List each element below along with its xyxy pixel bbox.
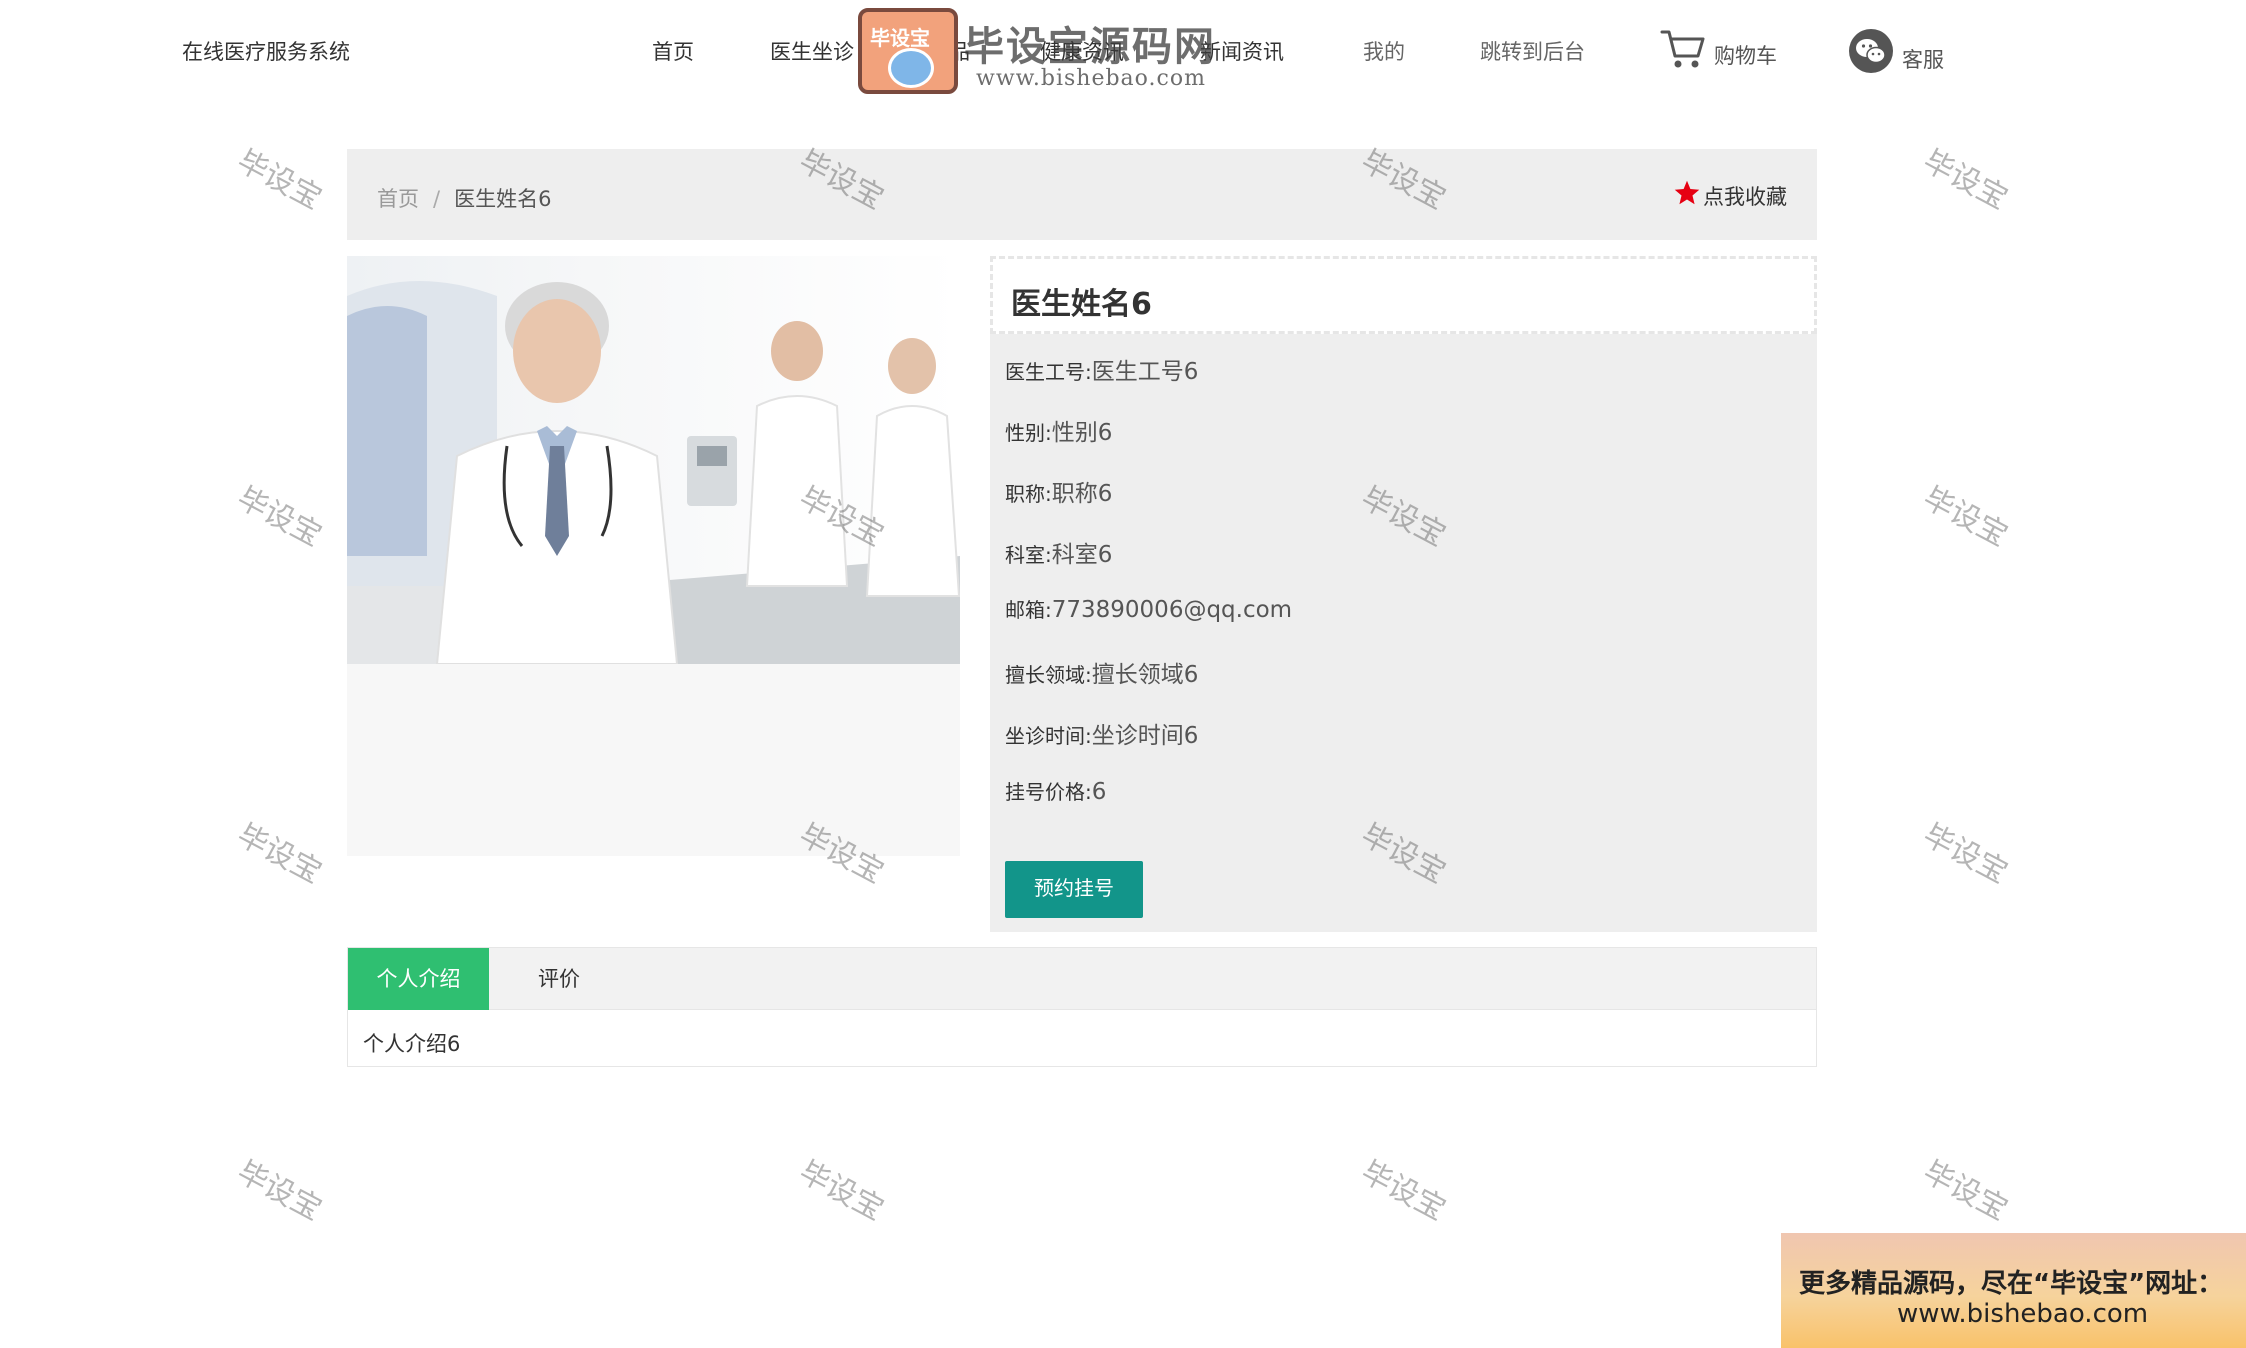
brand-name: 毕设宝源码网 [964,24,1216,70]
tab-panel: 个人介绍 评价 个人介绍6 [347,947,1817,1067]
field-value: 职称6 [1051,481,1113,507]
doctor-name-box: 医生姓名6 [990,256,1817,334]
watermark-text: 毕设宝 [231,143,328,217]
watermark-text: 毕设宝 [1917,817,2014,891]
nav-doctors[interactable]: 医生坐诊 [770,36,854,66]
watermark-text: 毕设宝 [1917,1154,2014,1228]
brand-badge-text: 毕设宝 [870,26,930,50]
field-label: 邮箱: [1005,598,1052,622]
watermark-text: 毕设宝 [1917,143,2014,217]
top-navbar: 在线医疗服务系统 首页 医生坐诊 药品 健康资讯 新闻资讯 我的 跳转到后台 购… [0,0,2246,100]
doctor-name: 医生姓名6 [1011,287,1152,322]
wechat-icon [1848,28,1894,74]
field-label: 职称: [1005,482,1052,506]
field-value: 773890006@qq.com [1051,597,1293,623]
customer-service-link[interactable]: 客服 [1848,28,1944,74]
field-value: 医生工号6 [1091,359,1199,385]
field-value: 坐诊时间6 [1091,723,1199,749]
promo-banner[interactable]: 更多精品源码，尽在“毕设宝”网址： www.bishebao.com [1781,1233,2246,1348]
promo-text: 更多精品源码，尽在“毕设宝”网址： [1799,1269,2224,1299]
field-gender: 性别:性别6 [1005,413,1112,447]
field-label: 性别: [1005,421,1052,445]
doctor-photo [347,256,960,664]
field-label: 擅长领域: [1005,663,1092,687]
field-value: 6 [1091,779,1107,805]
favorite-label: 点我收藏 [1703,184,1787,209]
field-value: 擅长领域6 [1091,662,1199,688]
tab-reviews[interactable]: 评价 [489,948,629,1010]
field-specialty: 擅长领域:擅长领域6 [1005,655,1198,689]
watermark-text: 毕设宝 [231,1154,328,1228]
field-email: 邮箱:773890006@qq.com [1005,594,1292,623]
tab-content: 个人介绍6 [363,1032,461,1056]
site-title[interactable]: 在线医疗服务系统 [182,36,350,66]
star-icon [1673,179,1701,212]
cart-icon [1660,28,1706,70]
field-price: 挂号价格:6 [1005,776,1106,805]
field-label: 坐诊时间: [1005,724,1092,748]
field-label: 挂号价格: [1005,780,1092,804]
service-label: 客服 [1902,48,1944,72]
field-doctor-id: 医生工号:医生工号6 [1005,352,1198,386]
cart-label: 购物车 [1714,44,1777,68]
brand-logo-icon: 毕设宝 [858,8,958,94]
breadcrumb-separator: / [433,187,441,211]
tab-introduction[interactable]: 个人介绍 [348,948,489,1010]
brand-url: www.bishebao.com [976,66,1206,91]
watermark-text: 毕设宝 [231,817,328,891]
promo-url: www.bishebao.com [1897,1299,2149,1329]
book-appointment-button[interactable]: 预约挂号 [1005,861,1143,918]
breadcrumb-home[interactable]: 首页 [377,187,419,211]
nav-mine[interactable]: 我的 [1363,36,1405,66]
breadcrumb-current: 医生姓名6 [454,187,552,211]
breadcrumb: 首页 / 医生姓名6 [377,183,551,213]
field-value: 性别6 [1051,420,1113,446]
field-label: 医生工号: [1005,360,1092,384]
favorite-button[interactable]: 点我收藏 [1673,179,1787,212]
doctor-info-panel: 医生姓名6 医生工号:医生工号6 性别:性别6 职称:职称6 科室:科室6 邮箱… [990,256,1817,932]
page: 在线医疗服务系统 首页 医生坐诊 药品 健康资讯 新闻资讯 我的 跳转到后台 购… [0,0,2246,1348]
cart-link[interactable]: 购物车 [1660,28,1777,70]
nav-admin[interactable]: 跳转到后台 [1480,36,1585,66]
brand-face-icon [888,48,934,88]
field-schedule: 坐诊时间:坐诊时间6 [1005,716,1198,750]
breadcrumb-bar: 首页 / 医生姓名6 点我收藏 [347,149,1817,240]
field-title: 职称:职称6 [1005,474,1112,508]
watermark-text: 毕设宝 [1355,1154,1452,1228]
watermark-text: 毕设宝 [793,1154,890,1228]
watermark-text: 毕设宝 [1917,480,2014,554]
nav-home[interactable]: 首页 [652,36,694,66]
field-value: 科室6 [1051,542,1113,568]
doctor-image-panel [347,256,960,856]
tab-header: 个人介绍 评价 [348,948,1816,1010]
brand-watermark: 毕设宝 毕设宝源码网 www.bishebao.com [858,6,1238,96]
field-department: 科室:科室6 [1005,535,1112,569]
watermark-text: 毕设宝 [231,480,328,554]
field-label: 科室: [1005,543,1052,567]
